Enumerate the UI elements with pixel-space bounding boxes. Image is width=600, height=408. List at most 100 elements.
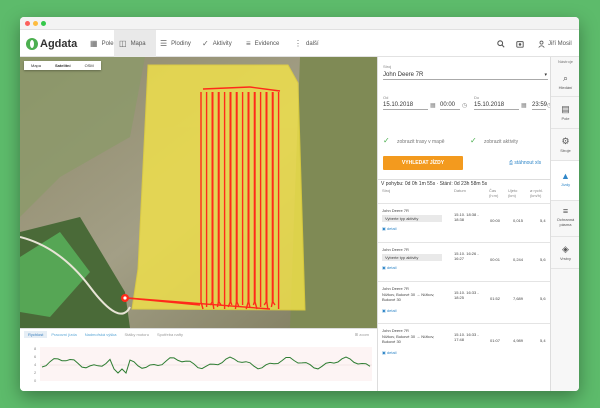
show-activities-label: zobrazit aktivity bbox=[484, 139, 519, 145]
row-ujeto: 0,015 bbox=[513, 218, 524, 223]
table-row[interactable]: John Deere 7R Nížkov, Bukové 30 → Nížkov… bbox=[378, 323, 551, 365]
nav-label-aktivity: Aktivity bbox=[212, 40, 232, 47]
layers-icon: ◈ bbox=[562, 244, 569, 254]
clock-icon[interactable]: ◷ bbox=[462, 102, 467, 109]
sidebar-item-label: Pole bbox=[561, 116, 570, 121]
chart-tab-rychlost[interactable]: Rychlost bbox=[24, 331, 48, 338]
chevron-down-icon: ▾ bbox=[544, 72, 547, 78]
title-bar bbox=[20, 17, 579, 30]
do-date-input[interactable]: 15.10.2018 bbox=[474, 100, 519, 110]
stroj-label: Stroj bbox=[383, 64, 392, 69]
speed-chart-plot[interactable]: 8 6 4 2 0 bbox=[20, 341, 377, 389]
user-name: Jiří Mosil bbox=[548, 40, 572, 47]
chart-tabs: Rychlost Pracovní jízda Nadmořská výška … bbox=[24, 331, 187, 338]
sidebar-item-label: Ochranná pásma bbox=[556, 217, 575, 227]
do-time-input[interactable]: 23:59 bbox=[532, 100, 547, 110]
row-stroj: John Deere 7R bbox=[382, 328, 409, 333]
show-routes-checkbox[interactable]: ✓ bbox=[383, 136, 390, 145]
od-date-input[interactable]: 15.10.2018 bbox=[383, 100, 428, 110]
close-window-button[interactable] bbox=[25, 21, 30, 26]
sidebar-item-jizdy[interactable]: ▲ Jízdy bbox=[551, 161, 579, 201]
chart-tab-spotreba-nafty[interactable]: Spotřeba nafty bbox=[153, 331, 187, 338]
table-row[interactable]: John Deere 7R Nížkov, Bukové 30 → Nížkov… bbox=[378, 281, 551, 323]
od-time-input[interactable]: 00:00 bbox=[440, 100, 460, 110]
top-navbar: Agdata ▦ Pole ◫ Mapa ☰ Plodiny ✓ Aktivit… bbox=[20, 30, 579, 57]
nav-item-dalsi[interactable]: ⋮ další bbox=[294, 30, 319, 57]
column-header-rychlost[interactable]: ø rychl. (km/h) bbox=[530, 188, 548, 198]
user-menu[interactable]: Jiří Mosil bbox=[538, 30, 572, 57]
row-activity-pill[interactable]: Vyberte typ aktivity bbox=[382, 254, 442, 261]
sidebar-item-vrstvy[interactable]: ◈ Vrstvy bbox=[551, 237, 579, 269]
od-time-value: 00:00 bbox=[440, 102, 456, 108]
nav-label-pole: Pole bbox=[101, 40, 114, 47]
list-icon: ☰ bbox=[160, 39, 168, 48]
row-detail-link[interactable]: ▣ detail bbox=[382, 226, 396, 231]
search-button[interactable] bbox=[497, 30, 505, 57]
do-date-value: 15.10.2018 bbox=[474, 102, 505, 108]
field-icon: ▦ bbox=[90, 39, 98, 48]
nav-item-mapa[interactable]: ◫ Mapa bbox=[114, 30, 156, 57]
column-header-datum[interactable]: Datum bbox=[454, 188, 466, 193]
row-cas: 00:00 bbox=[490, 218, 501, 223]
row-detail-label: detail bbox=[386, 350, 397, 355]
column-header-ujeto[interactable]: Ujeto (km) bbox=[508, 188, 524, 198]
stroj-select[interactable]: John Deere 7R ▾ bbox=[383, 70, 548, 80]
logo-text: Agdata bbox=[40, 38, 78, 50]
nav-item-plodiny[interactable]: ☰ Plodiny bbox=[160, 30, 191, 57]
map-position-marker-center bbox=[123, 296, 127, 300]
column-header-stroj[interactable]: Stroj bbox=[382, 188, 390, 193]
column-header-cas[interactable]: Čas (h:m) bbox=[489, 188, 503, 198]
nav-item-aktivity[interactable]: ✓ Aktivity bbox=[202, 30, 232, 57]
show-routes-label: zobrazit trasy v mapě bbox=[397, 139, 445, 145]
show-activities-checkbox[interactable]: ✓ bbox=[470, 136, 477, 145]
table-row[interactable]: John Deere 7R Vyberte typ aktivity ▣ det… bbox=[378, 242, 551, 281]
chart-tab-nadmorska-vyska[interactable]: Nadmořská výška bbox=[81, 331, 121, 338]
chart-tab-pracovni-jizda[interactable]: Pracovní jízda bbox=[47, 331, 80, 338]
agdata-logo[interactable]: Agdata bbox=[26, 37, 77, 51]
maximize-window-button[interactable] bbox=[41, 21, 46, 26]
row-route: Nížkov, Bukové 30 → Nížkov, Bukové 30 bbox=[382, 334, 435, 344]
nav-label-plodiny: Plodiny bbox=[171, 40, 191, 47]
calendar-icon[interactable]: ▦ bbox=[521, 102, 527, 109]
sidebar-item-stroje[interactable]: ⚙ Stroje bbox=[551, 129, 579, 161]
lines-icon: ≡ bbox=[246, 39, 251, 48]
sidebar-item-label: Stroje bbox=[560, 148, 571, 153]
check-icon: ✓ bbox=[202, 39, 209, 48]
download-xls-link[interactable]: ⎙ stáhnout xls bbox=[509, 160, 541, 166]
sidebar-item-label: Hledání bbox=[558, 85, 573, 90]
chart-zoom-button[interactable]: ⊞ zoom bbox=[355, 332, 369, 337]
calendar-icon[interactable]: ▦ bbox=[430, 102, 436, 109]
search-trips-button[interactable]: VYHLEDAT JÍZDY bbox=[383, 156, 463, 170]
nav-item-pole[interactable]: ▦ Pole bbox=[90, 30, 114, 57]
satellite-map[interactable]: Mapa Satelitní OSM bbox=[20, 57, 377, 328]
sidebar-item-hledani[interactable]: ⌕ Hledání bbox=[551, 67, 579, 97]
map-canvas[interactable] bbox=[20, 57, 377, 328]
row-ujeto: 0,244 bbox=[513, 257, 524, 262]
sidebar-item-pole[interactable]: ▤ Pole bbox=[551, 97, 579, 129]
row-stroj: John Deere 7R bbox=[382, 208, 409, 213]
minimize-window-button[interactable] bbox=[33, 21, 38, 26]
map-tab-osm[interactable]: OSM bbox=[78, 61, 101, 70]
sidebar-item-ochranna-pasma[interactable]: ≡ Ochranná pásma bbox=[551, 201, 579, 237]
map-tab-satelitni[interactable]: Satelitní bbox=[48, 61, 78, 70]
row-cas: 01:52 bbox=[490, 296, 501, 301]
chart-y-tick: 2 bbox=[34, 370, 37, 375]
row-rychlost: 5,4 bbox=[540, 338, 546, 343]
settings-button[interactable] bbox=[516, 30, 524, 57]
stroj-value: John Deere 7R bbox=[383, 72, 424, 78]
row-detail-link[interactable]: ▣ detail bbox=[382, 350, 396, 355]
map-tab-mapa[interactable]: Mapa bbox=[24, 61, 48, 70]
row-detail-label: detail bbox=[386, 265, 397, 270]
row-detail-link[interactable]: ▣ detail bbox=[382, 308, 396, 313]
nav-item-evidence[interactable]: ≡ Evidence bbox=[246, 30, 279, 57]
more-icon: ⋮ bbox=[294, 39, 302, 48]
od-date-value: 15.10.2018 bbox=[383, 102, 414, 108]
table-row[interactable]: John Deere 7R Vyberte typ aktivity ▣ det… bbox=[378, 203, 551, 242]
chart-tab-stalky-motoru[interactable]: Stálky motoru bbox=[121, 331, 153, 338]
row-detail-link[interactable]: ▣ detail bbox=[382, 265, 396, 270]
download-xls-label: stáhnout xls bbox=[514, 160, 542, 166]
motion-summary: V pohybu: 0d 0h 1m 55s · Stání: 0d 23h 5… bbox=[378, 179, 551, 187]
row-route: Nížkov, Bukové 30 → Nížkov, Bukové 30 bbox=[382, 292, 435, 302]
row-activity-pill[interactable]: Vyberte typ aktivity bbox=[382, 215, 442, 222]
row-datum: 15.10. 16:26 - 16:27 bbox=[454, 251, 479, 261]
